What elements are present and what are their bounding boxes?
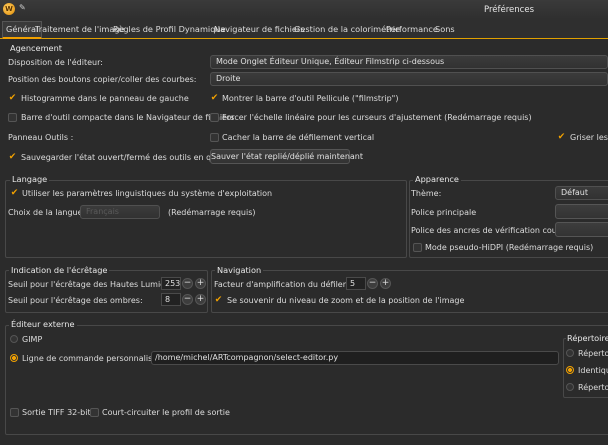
bypass-profile-label: Court-circuiter le profil de sortie	[102, 408, 230, 417]
main-font-button[interactable]	[555, 204, 608, 219]
highlights-decrease-button[interactable]: −	[182, 278, 193, 289]
scroll-factor-value[interactable]: 5	[346, 277, 366, 290]
anchor-font-label: Police des ancres de vérification couleu…	[411, 226, 575, 235]
external-editor-frame	[5, 325, 608, 435]
hidpi-label: Mode pseudo-HiDPI (Redémarrage requis)	[425, 243, 594, 252]
show-filmstrip-label: Montrer la barre d'outil Pellicule ("fil…	[222, 94, 399, 103]
griser-checkbox[interactable]: ✔	[557, 133, 566, 142]
highlights-threshold-label: Seuil pour l'écrêtage des Hautes Lumière…	[8, 280, 180, 289]
language-choice-label: Choix de la langue:	[8, 208, 86, 217]
custom-command-label: Ligne de commande personnalisée:	[22, 354, 165, 363]
remember-zoom-label: Se souvenir du niveau de zoom et de la p…	[227, 296, 465, 305]
output-dir-radio-2[interactable]	[566, 366, 574, 374]
output-dir-label-1: Répertoi	[578, 349, 608, 358]
group-title-apparence: Apparence	[413, 174, 461, 184]
group-title-clipping: Indication de l'écrêtage	[9, 265, 110, 275]
save-state-now-button[interactable]: Sauver l'état replié/déplié maintenant	[210, 149, 363, 164]
hidpi-checkbox[interactable]	[413, 243, 422, 252]
use-system-language-label: Utiliser les paramètres linguistiques du…	[22, 189, 273, 198]
compact-toolbar-checkbox[interactable]	[8, 113, 17, 122]
group-title-langage: Langage	[10, 174, 50, 184]
shadows-threshold-label: Seuil pour l'écrêtage des ombres:	[8, 296, 143, 305]
scroll-factor-label: Facteur d'amplification du défilement:	[214, 280, 367, 289]
hide-scrollbar-checkbox[interactable]	[210, 133, 219, 142]
histogram-left-label: Histogramme dans le panneau de gauche	[21, 94, 189, 103]
tab-image-processing[interactable]: Traitement de l'image	[35, 22, 125, 37]
use-system-language-checkbox[interactable]: ✔	[10, 189, 19, 198]
group-title-navigation: Navigation	[215, 265, 264, 275]
tab-performance[interactable]: Performance	[386, 22, 438, 37]
main-font-label: Police principale	[411, 208, 477, 217]
remember-zoom-checkbox[interactable]: ✔	[214, 296, 223, 305]
anchor-font-button[interactable]	[555, 222, 608, 237]
output-dir-radio-1[interactable]	[566, 349, 574, 357]
tiff-32bit-checkbox[interactable]	[10, 408, 19, 417]
group-title-output-dir: Répertoire d	[566, 333, 608, 343]
group-title-agencement: Agencement	[10, 43, 62, 53]
tab-sounds[interactable]: Sons	[435, 22, 455, 37]
hide-scrollbar-label: Cacher la barre de défilement vertical	[222, 133, 375, 142]
scroll-increase-button[interactable]: +	[380, 278, 391, 289]
gimp-radio[interactable]	[10, 335, 18, 343]
shadows-increase-button[interactable]: +	[195, 294, 206, 305]
scroll-decrease-button[interactable]: −	[367, 278, 378, 289]
compact-toolbar-label: Barre d'outil compacte dans le Navigateu…	[21, 113, 235, 122]
shadows-threshold-value[interactable]: 8	[161, 293, 181, 306]
group-title-external-editor: Éditeur externe	[9, 319, 77, 329]
output-dir-label-2: Identique	[578, 366, 608, 375]
tab-bar: Général Traitement de l'image Règles de …	[0, 19, 608, 39]
language-combo[interactable]: Français	[80, 205, 160, 219]
tab-color-management[interactable]: Gestion de la colorimétrie	[294, 22, 400, 37]
theme-combo[interactable]: Défaut	[555, 186, 608, 200]
tab-dynamic-profile-rules[interactable]: Règles de Profil Dynamique	[113, 22, 226, 37]
linear-scale-checkbox[interactable]	[210, 113, 219, 122]
tiff-32bit-label: Sortie TIFF 32-bit	[22, 408, 91, 417]
show-filmstrip-checkbox[interactable]: ✔	[210, 94, 219, 103]
output-dir-label-3: Répertoi	[578, 383, 608, 392]
bypass-profile-checkbox[interactable]	[90, 408, 99, 417]
tool-panel-label: Panneau Outils :	[8, 133, 74, 142]
language-restart-label: (Redémarrage requis)	[168, 208, 256, 217]
shadows-decrease-button[interactable]: −	[182, 294, 193, 305]
griser-label: Griser les o	[570, 133, 608, 142]
navigation-frame	[211, 270, 608, 313]
highlights-increase-button[interactable]: +	[195, 278, 206, 289]
window-title: Préférences	[484, 5, 534, 15]
output-dir-radio-3[interactable]	[566, 383, 574, 391]
highlights-threshold-value[interactable]: 253	[161, 277, 181, 290]
custom-command-radio[interactable]	[10, 354, 18, 362]
tab-file-browser[interactable]: Navigateur de fichiers	[214, 22, 305, 37]
gimp-label: GIMP	[22, 335, 43, 344]
editor-layout-combo[interactable]: Mode Onglet Éditeur Unique, Éditeur Film…	[210, 55, 608, 69]
editor-layout-label: Disposition de l'éditeur:	[8, 58, 103, 67]
linear-scale-label: Forcer l'échelle linéaire pour les curse…	[222, 113, 532, 122]
custom-command-input[interactable]: /home/michel/ARTcompagnon/select-editor.…	[151, 351, 559, 365]
histogram-left-checkbox[interactable]: ✔	[8, 94, 17, 103]
save-state-label: Sauvegarder l'état ouvert/fermé des outi…	[21, 153, 238, 162]
curve-buttons-label: Position des boutons copier/coller des c…	[8, 75, 197, 84]
theme-label: Thème:	[411, 189, 442, 198]
curve-buttons-combo[interactable]: Droite	[210, 72, 608, 86]
save-state-checkbox[interactable]: ✔	[8, 153, 17, 162]
